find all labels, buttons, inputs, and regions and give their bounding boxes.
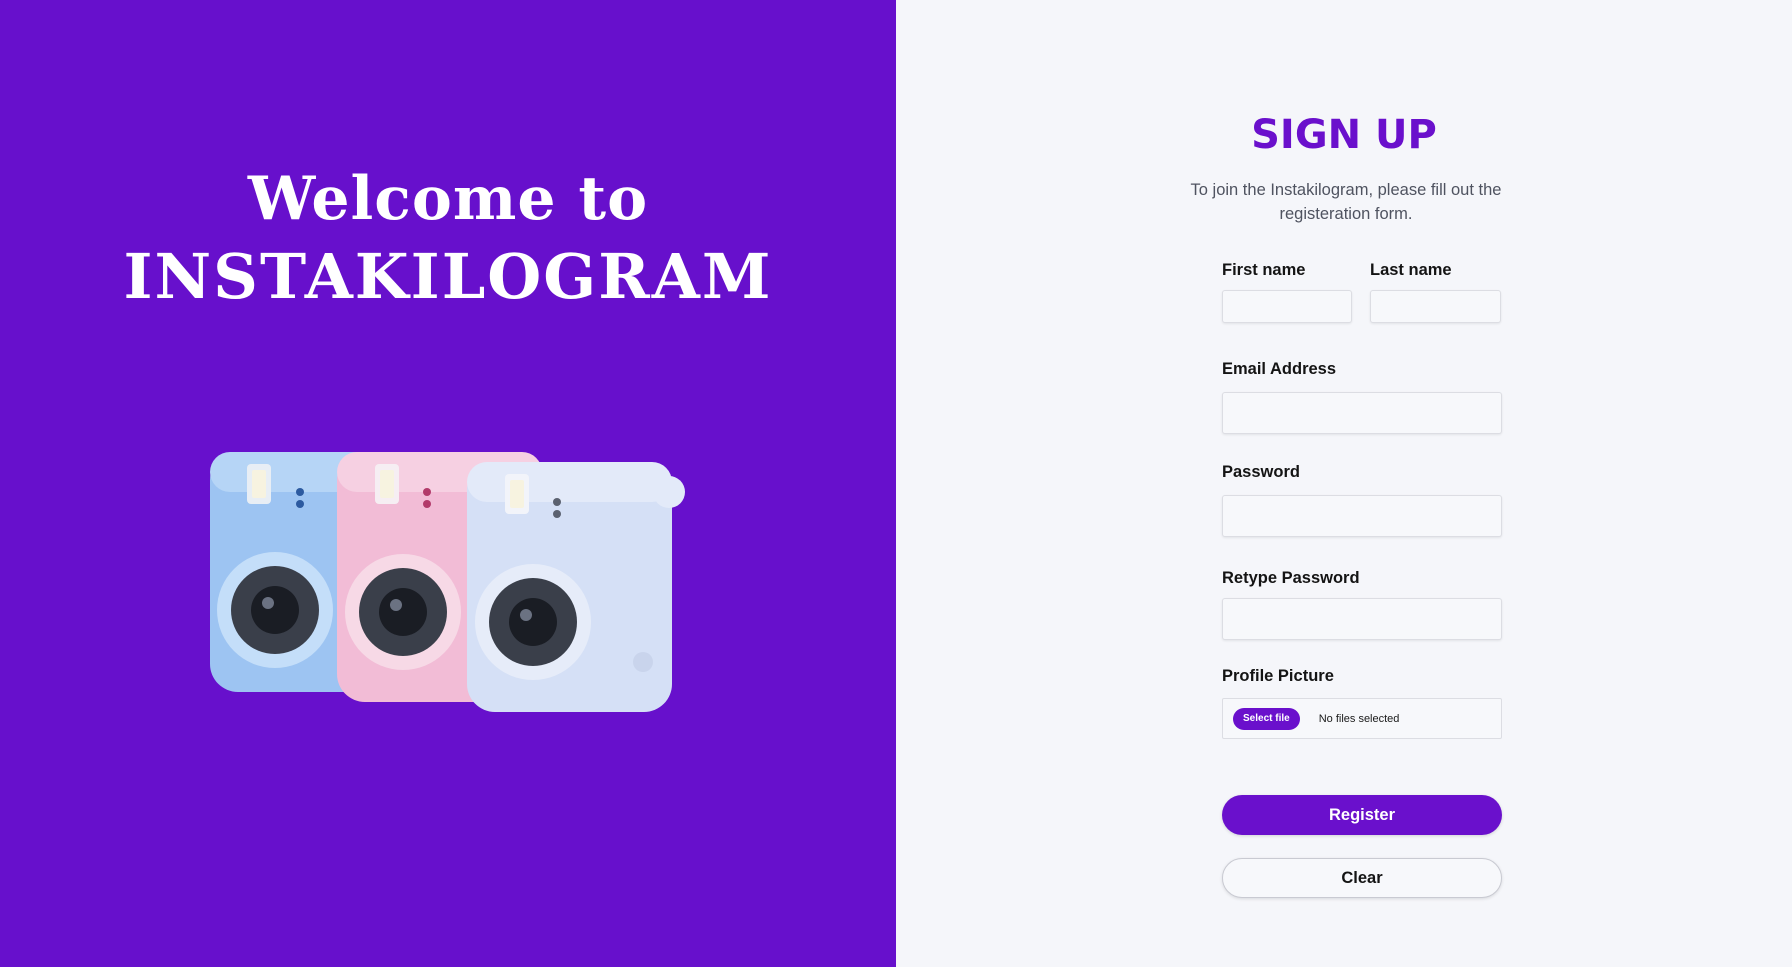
file-status: No files selected: [1318, 712, 1400, 725]
password-label: Password: [1222, 463, 1300, 481]
password-field[interactable]: [1223, 496, 1501, 536]
email-field-wrap: [1222, 392, 1502, 434]
white-camera: [467, 462, 685, 712]
profile-picture-label: Profile Picture: [1222, 667, 1334, 685]
hero-panel: Welcome to INSTAKILOGRAM: [0, 0, 896, 967]
select-file-button[interactable]: Select file: [1233, 707, 1300, 730]
clear-button[interactable]: Clear: [1222, 858, 1502, 898]
register-button[interactable]: Register: [1222, 795, 1502, 835]
retype-password-field-wrap: [1222, 598, 1502, 640]
retype-password-field[interactable]: [1223, 599, 1501, 639]
last-name-label: Last name: [1370, 261, 1452, 279]
first-name-label: First name: [1222, 261, 1306, 279]
app-name: INSTAKILOGRAM: [123, 240, 773, 313]
signup-panel: SIGN UP To join the Instakilogram, pleas…: [896, 0, 1792, 967]
email-field[interactable]: [1223, 393, 1501, 433]
last-name-field[interactable]: [1371, 291, 1500, 322]
email-label: Email Address: [1222, 360, 1337, 378]
profile-picture-input[interactable]: Select file No files selected: [1222, 698, 1502, 739]
last-name-field-wrap: [1370, 290, 1501, 323]
cameras-illustration: [210, 452, 685, 712]
welcome-heading: Welcome to INSTAKILOGRAM: [0, 160, 896, 316]
page-title: SIGN UP: [1251, 112, 1437, 158]
password-field-wrap: [1222, 495, 1502, 537]
page-subtitle: To join the Instakilogram, please fill o…: [1190, 181, 1502, 223]
welcome-line: Welcome to: [247, 164, 649, 234]
retype-password-label: Retype Password: [1222, 569, 1360, 587]
first-name-field[interactable]: [1223, 291, 1351, 322]
first-name-field-wrap: [1222, 290, 1352, 323]
